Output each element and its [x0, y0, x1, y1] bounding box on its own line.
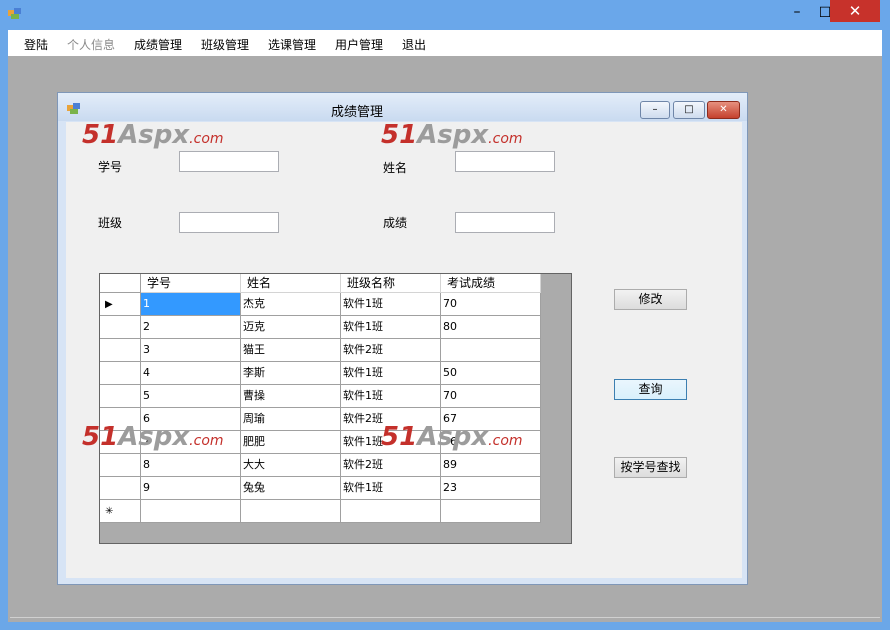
search-by-id-button[interactable]: 按学号查找	[614, 457, 687, 478]
child-window-title: 成绩管理	[331, 105, 384, 120]
row-header[interactable]	[100, 454, 141, 477]
cell-name[interactable]: 李斯	[241, 362, 341, 385]
cell-class-name[interactable]: 软件2班	[341, 454, 441, 477]
menu-course-selection[interactable]: 选课管理	[268, 36, 316, 53]
row-header[interactable]	[100, 316, 141, 339]
cell-name[interactable]: 大大	[241, 454, 341, 477]
student-id-label: 学号	[98, 160, 123, 174]
score-label: 成绩	[383, 216, 408, 230]
score-field[interactable]	[455, 212, 555, 233]
cell-student-id[interactable]: 4	[141, 362, 241, 385]
cell-student-id[interactable]: 8	[141, 454, 241, 477]
divider	[10, 617, 880, 618]
cell-student-id[interactable]: 5	[141, 385, 241, 408]
menu-grade-management[interactable]: 成绩管理	[134, 36, 182, 53]
child-minimize-button[interactable]: –	[640, 101, 670, 119]
cell-class-name[interactable]: 软件1班	[341, 477, 441, 500]
cell-class-name[interactable]: 软件1班	[341, 293, 441, 316]
minimize-button[interactable]: –	[786, 4, 808, 24]
watermark-logo: 51Aspx.com	[82, 120, 224, 150]
student-id-field[interactable]	[179, 151, 279, 172]
row-header[interactable]	[100, 362, 141, 385]
cell-exam-score[interactable]: 70	[441, 385, 541, 408]
cell-class-name[interactable]: 软件1班	[341, 362, 441, 385]
child-maximize-button[interactable]: □	[673, 101, 705, 119]
menu-user-management[interactable]: 用户管理	[335, 36, 383, 53]
watermark-logo: 51Aspx.com	[381, 422, 523, 452]
menu-class-management[interactable]: 班级管理	[201, 36, 249, 53]
cell-exam-score[interactable]: 89	[441, 454, 541, 477]
name-label: 姓名	[383, 161, 408, 175]
column-header-class-name[interactable]: 班级名称	[341, 274, 441, 293]
data-grid[interactable]: 学号 姓名 班级名称 考试成绩 ▶ 1 杰克 软件1班 70 2 迈克 软件1班 80 3 猫王 软件…	[99, 273, 572, 544]
cell-class-name[interactable]	[341, 500, 441, 523]
menu-login[interactable]: 登陆	[24, 36, 48, 53]
cell-name[interactable]: 猫王	[241, 339, 341, 362]
row-header[interactable]	[100, 385, 141, 408]
cell-exam-score[interactable]: 50	[441, 362, 541, 385]
cell-name[interactable]: 杰克	[241, 293, 341, 316]
row-header[interactable]	[100, 339, 141, 362]
watermark-logo: 51Aspx.com	[82, 422, 224, 452]
row-header[interactable]: ✳	[100, 500, 141, 523]
cell-name[interactable]: 兔兔	[241, 477, 341, 500]
cell-exam-score[interactable]: 23	[441, 477, 541, 500]
child-app-icon	[67, 103, 81, 115]
watermark-logo: 51Aspx.com	[381, 120, 523, 150]
class-label: 班级	[98, 216, 123, 230]
column-header-name[interactable]: 姓名	[241, 274, 341, 293]
cell-student-id[interactable]	[141, 500, 241, 523]
menu-exit[interactable]: 退出	[402, 36, 426, 53]
cell-name[interactable]: 迈克	[241, 316, 341, 339]
row-header[interactable]: ▶	[100, 293, 141, 316]
name-field[interactable]	[455, 151, 555, 172]
cell-student-id[interactable]: 3	[141, 339, 241, 362]
app-icon	[8, 8, 22, 20]
query-button[interactable]: 查询	[614, 379, 687, 400]
cell-class-name[interactable]: 软件1班	[341, 385, 441, 408]
row-header[interactable]	[100, 477, 141, 500]
cell-student-id[interactable]: 2	[141, 316, 241, 339]
column-header-student-id[interactable]: 学号	[141, 274, 241, 293]
column-header-exam-score[interactable]: 考试成绩	[441, 274, 541, 293]
cell-student-id[interactable]: 9	[141, 477, 241, 500]
menu-bar: 登陆 个人信息 成绩管理 班级管理 选课管理 用户管理 退出	[8, 30, 882, 57]
cell-name[interactable]: 曹操	[241, 385, 341, 408]
cell-exam-score[interactable]: 70	[441, 293, 541, 316]
cell-class-name[interactable]: 软件2班	[341, 339, 441, 362]
cell-exam-score[interactable]	[441, 500, 541, 523]
child-close-button[interactable]: ✕	[707, 101, 740, 119]
grid-corner-header	[100, 274, 141, 293]
cell-class-name[interactable]: 软件1班	[341, 316, 441, 339]
menu-personal-info[interactable]: 个人信息	[67, 36, 115, 53]
outer-titlebar	[0, 0, 890, 30]
close-button[interactable]: ✕	[830, 0, 880, 22]
modify-button[interactable]: 修改	[614, 289, 687, 310]
cell-name[interactable]	[241, 500, 341, 523]
cell-name[interactable]: 肥肥	[241, 431, 341, 454]
cell-exam-score[interactable]: 80	[441, 316, 541, 339]
cell-student-id[interactable]: 1	[141, 293, 241, 316]
cell-name[interactable]: 周瑜	[241, 408, 341, 431]
class-field[interactable]	[179, 212, 279, 233]
cell-exam-score[interactable]	[441, 339, 541, 362]
